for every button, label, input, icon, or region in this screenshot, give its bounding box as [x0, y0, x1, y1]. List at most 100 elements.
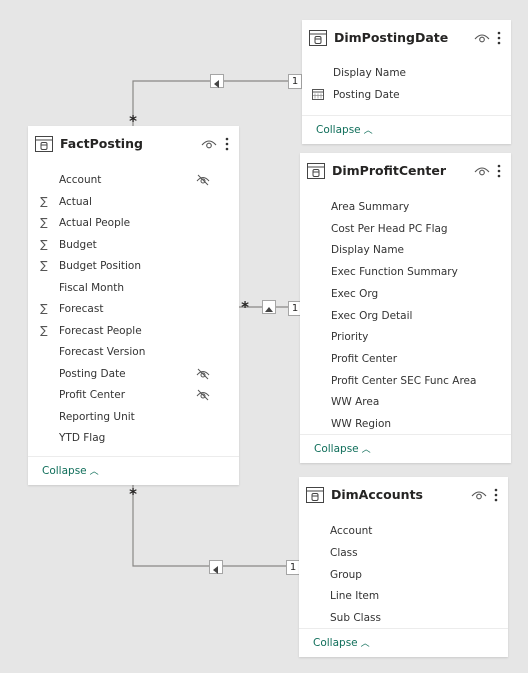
field-label: Line Item — [330, 590, 380, 603]
many-marker-profitcenter: * — [241, 298, 249, 316]
collapse-button[interactable]: Collapse ︿ — [42, 464, 99, 477]
field-label: Priority — [331, 331, 369, 344]
field-row[interactable]: Profit Center SEC Func Area — [300, 371, 511, 391]
field-row[interactable]: ∑ Budget — [28, 235, 239, 255]
one-marker-accounts: 1 — [286, 560, 300, 575]
field-row[interactable]: WW Area — [300, 392, 511, 412]
field-label: Forecast Version — [59, 346, 146, 358]
eye-icon[interactable] — [474, 32, 490, 44]
table-footer: Collapse ︿ — [299, 628, 508, 657]
hidden-field-icon[interactable] — [196, 174, 210, 186]
field-label: Display Name — [333, 67, 407, 79]
sigma-icon: ∑ — [40, 323, 48, 337]
table-header[interactable]: FactPosting — [28, 126, 239, 162]
sigma-icon: ∑ — [40, 302, 48, 315]
arrow-up-icon — [265, 307, 273, 312]
field-row[interactable]: Sub Class — [299, 608, 508, 628]
field-label: YTD Flag — [59, 432, 106, 444]
sigma-icon: ∑ — [40, 237, 48, 251]
sigma-icon: ∑ — [40, 216, 48, 229]
field-label: Account — [59, 174, 102, 186]
more-options-icon[interactable] — [493, 487, 499, 503]
sigma-icon: ∑ — [40, 259, 48, 272]
field-row[interactable]: Forecast Version — [28, 342, 239, 362]
field-label: Budget Position — [59, 260, 141, 272]
field-row[interactable]: Fiscal Month — [28, 278, 239, 298]
field-row[interactable]: Cost Per Head PC Flag — [300, 219, 511, 239]
table-title: DimPostingDate — [334, 30, 449, 45]
more-options-icon[interactable] — [224, 136, 230, 152]
field-row[interactable]: Area Summary — [300, 197, 511, 217]
field-row[interactable]: Exec Function Summary — [300, 262, 511, 282]
model-diagram-canvas[interactable]: * 1 * 1 * 1 FactPosting Account ∑ Actual… — [0, 0, 528, 673]
field-row[interactable]: Posting Date — [302, 85, 511, 105]
field-label: Actual — [59, 195, 92, 208]
eye-icon[interactable] — [471, 489, 487, 501]
field-label: Display Name — [331, 244, 405, 257]
field-row[interactable]: Class — [299, 543, 508, 563]
field-row[interactable]: Account — [299, 521, 508, 541]
table-footer: Collapse ︿ — [302, 115, 511, 144]
collapse-button[interactable]: Collapse ︿ — [313, 636, 370, 649]
filter-direction-arrow-profitcenter[interactable] — [262, 300, 276, 314]
table-card-dimaccounts[interactable]: DimAccounts Account Class Group Line Item Su… — [299, 477, 508, 657]
field-row[interactable]: ∑ Budget Position — [28, 256, 239, 276]
field-row[interactable]: Display Name — [302, 63, 511, 83]
field-row[interactable]: Line Item — [299, 586, 508, 606]
field-row[interactable]: ∑ Forecast People — [28, 321, 239, 341]
field-row[interactable]: Posting Date — [28, 364, 239, 384]
field-label: Budget — [59, 238, 97, 251]
table-header[interactable]: DimAccounts — [299, 477, 508, 513]
eye-icon[interactable] — [201, 138, 217, 150]
field-row[interactable]: ∑ Forecast — [28, 299, 239, 319]
field-label: Exec Function Summary — [331, 266, 458, 279]
collapse-button[interactable]: Collapse ︿ — [316, 123, 373, 136]
field-row[interactable]: Account — [28, 170, 239, 190]
field-label: Profit Center — [59, 389, 126, 401]
table-title: DimProfitCenter — [332, 163, 447, 178]
filter-direction-arrow-postingdate[interactable] — [210, 74, 224, 88]
field-row[interactable]: Display Name — [300, 240, 511, 260]
filter-direction-arrow-accounts[interactable] — [209, 560, 223, 574]
chevron-up-icon: ︿ — [360, 639, 370, 649]
field-row[interactable]: Exec Org Detail — [300, 306, 511, 326]
field-label: Area Summary — [331, 201, 410, 213]
arrow-left-icon — [213, 566, 218, 574]
hidden-field-icon[interactable] — [196, 389, 210, 401]
field-label: Account — [330, 525, 373, 537]
more-options-icon[interactable] — [496, 163, 502, 179]
collapse-button[interactable]: Collapse ︿ — [314, 442, 371, 455]
field-label: Sub Class — [330, 612, 381, 625]
field-row[interactable]: WW Region — [300, 414, 511, 434]
many-marker-accounts: * — [129, 485, 137, 503]
table-card-factposting[interactable]: FactPosting Account ∑ Actual ∑ Actual People… — [28, 126, 239, 485]
field-row[interactable]: Profit Center — [28, 385, 239, 405]
field-label: Forecast People — [59, 324, 142, 337]
table-footer: Collapse ︿ — [300, 434, 511, 463]
field-label: Posting Date — [59, 367, 126, 380]
field-row[interactable]: YTD Flag — [28, 428, 239, 448]
table-header[interactable]: DimProfitCenter — [300, 153, 511, 189]
collapse-label: Collapse — [314, 443, 359, 455]
more-options-icon[interactable] — [496, 30, 502, 46]
field-label: Forecast — [59, 303, 104, 315]
field-row[interactable]: Exec Org — [300, 284, 511, 304]
table-card-dimprofitcenter[interactable]: DimProfitCenter Area Summary Cost Per Hea… — [300, 153, 511, 463]
table-card-dimpostingdate[interactable]: DimPostingDate Display Name Posting Date … — [302, 20, 511, 144]
hidden-field-icon[interactable] — [196, 368, 210, 380]
eye-icon[interactable] — [474, 165, 490, 177]
field-label: Fiscal Month — [59, 281, 125, 294]
table-footer: Collapse ︿ — [28, 456, 239, 485]
field-row[interactable]: Profit Center — [300, 349, 511, 369]
field-row[interactable]: ∑ Actual People — [28, 213, 239, 233]
field-label: Group — [330, 568, 362, 581]
field-label: Exec Org Detail — [331, 309, 413, 322]
table-header[interactable]: DimPostingDate — [302, 20, 511, 56]
arrow-left-icon — [214, 80, 219, 88]
field-row[interactable]: Group — [299, 565, 508, 585]
field-row[interactable]: ∑ Actual — [28, 192, 239, 212]
field-row[interactable]: Priority — [300, 327, 511, 347]
field-row[interactable]: Reporting Unit — [28, 407, 239, 427]
sigma-icon: ∑ — [40, 194, 48, 208]
field-label: Class — [330, 546, 358, 559]
